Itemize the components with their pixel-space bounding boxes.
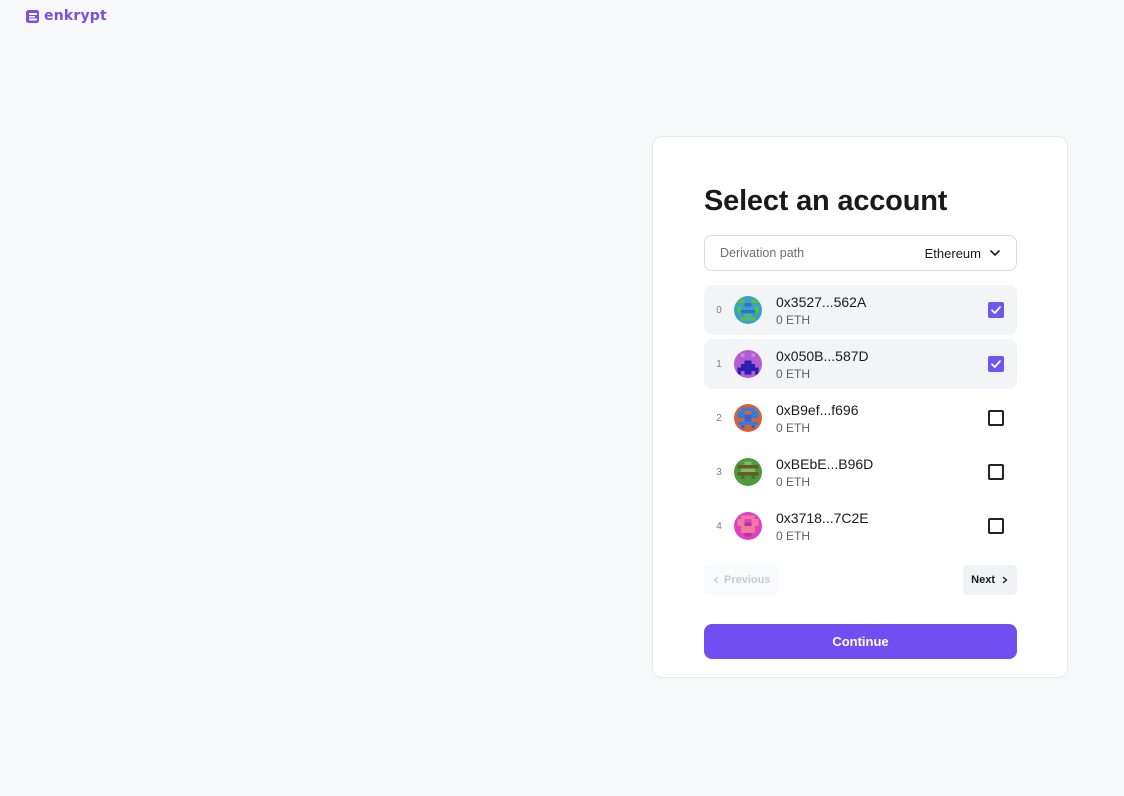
chevron-right-icon xyxy=(1002,576,1008,584)
account-row-3[interactable]: 3 0xBEbE...B96D 0 ETH xyxy=(704,447,1017,497)
account-checkbox[interactable] xyxy=(988,464,1004,480)
account-address: 0x3718...7C2E xyxy=(776,509,869,526)
enkrypt-logo[interactable]: enkrypt xyxy=(26,8,107,24)
account-checkbox[interactable] xyxy=(988,518,1004,534)
pagination: Previous Next xyxy=(704,565,1017,595)
account-checkbox[interactable] xyxy=(988,410,1004,426)
account-balance: 0 ETH xyxy=(776,474,811,489)
continue-button[interactable]: Continue xyxy=(704,624,1017,659)
brand-name: enkrypt xyxy=(44,8,107,24)
previous-button[interactable]: Previous xyxy=(704,565,779,595)
next-button[interactable]: Next xyxy=(963,565,1017,595)
account-list: 0 0x3527...562A 0 ETH 1 0x050B...587D 0 … xyxy=(704,285,1017,555)
account-balance: 0 ETH xyxy=(776,420,811,435)
page-title: Select an account xyxy=(704,185,948,217)
checkmark-icon xyxy=(991,306,1001,314)
derivation-path-select[interactable]: Derivation path Ethereum xyxy=(704,235,1017,271)
account-index: 3 xyxy=(716,466,722,478)
account-avatar-icon xyxy=(734,458,762,486)
account-row-0[interactable]: 0 0x3527...562A 0 ETH xyxy=(704,285,1017,335)
account-address: 0x050B...587D xyxy=(776,347,869,364)
account-avatar-icon xyxy=(734,296,762,324)
select-account-card: Select an account Derivation path Ethere… xyxy=(652,136,1068,678)
account-checkbox[interactable] xyxy=(988,356,1004,372)
account-index: 2 xyxy=(716,412,722,424)
account-row-2[interactable]: 2 0xB9ef...f696 0 ETH xyxy=(704,393,1017,443)
account-avatar-icon xyxy=(734,512,762,540)
account-balance: 0 ETH xyxy=(776,312,811,327)
account-avatar-icon xyxy=(734,350,762,378)
account-avatar-icon xyxy=(734,404,762,432)
account-address: 0xB9ef...f696 xyxy=(776,401,859,418)
account-index: 0 xyxy=(716,304,722,316)
account-row-4[interactable]: 4 0x3718...7C2E 0 ETH xyxy=(704,501,1017,551)
previous-label: Previous xyxy=(724,574,771,586)
account-row-1[interactable]: 1 0x050B...587D 0 ETH xyxy=(704,339,1017,389)
account-balance: 0 ETH xyxy=(776,528,811,543)
enkrypt-logo-icon xyxy=(26,9,39,23)
account-address: 0x3527...562A xyxy=(776,293,867,310)
account-address: 0xBEbE...B96D xyxy=(776,455,874,472)
account-index: 4 xyxy=(716,520,722,532)
checkmark-icon xyxy=(991,360,1001,368)
derivation-path-label: Derivation path xyxy=(720,246,805,260)
account-checkbox[interactable] xyxy=(988,302,1004,318)
chevron-left-icon xyxy=(713,576,719,584)
derivation-path-value: Ethereum xyxy=(924,245,981,261)
chevron-down-icon xyxy=(990,250,1000,256)
account-index: 1 xyxy=(716,358,722,370)
next-label: Next xyxy=(971,574,995,586)
account-balance: 0 ETH xyxy=(776,366,811,381)
